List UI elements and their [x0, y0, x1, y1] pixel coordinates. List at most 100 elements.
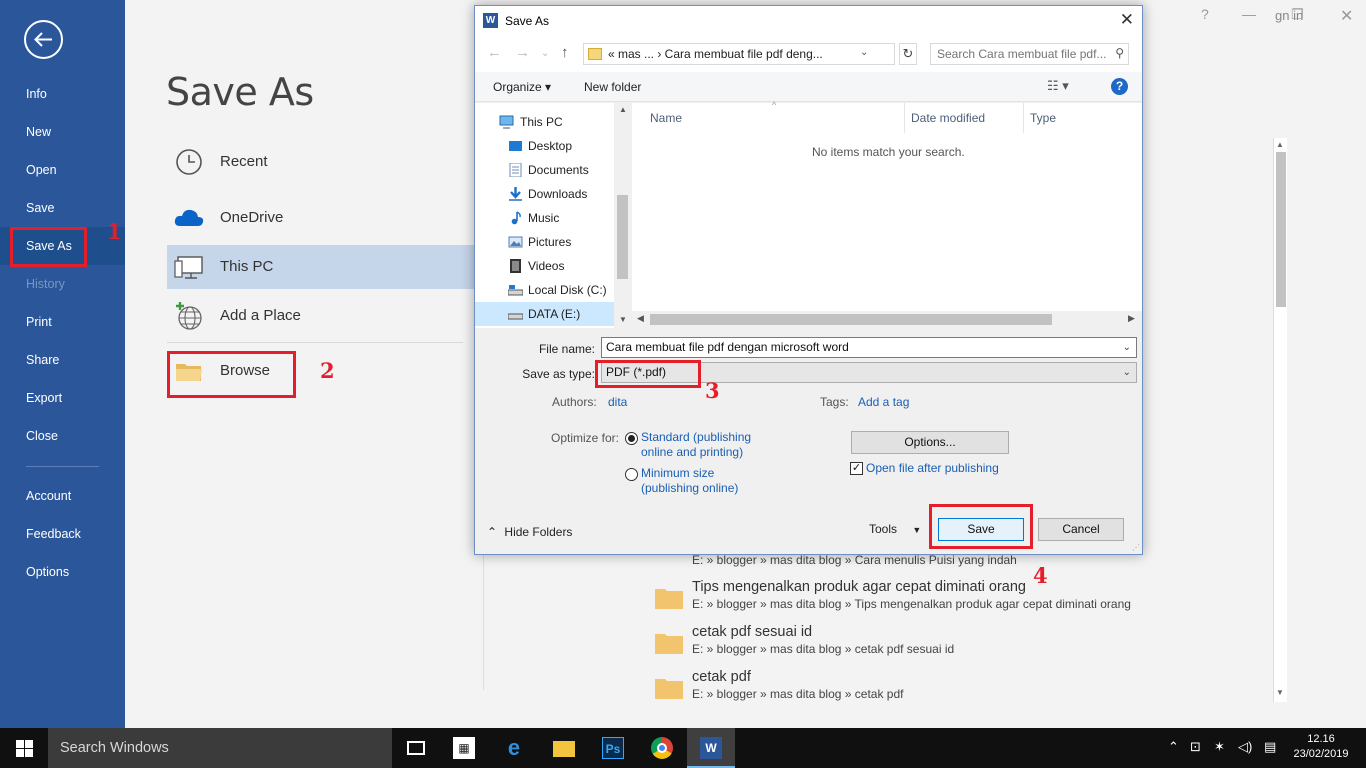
chevron-down-icon[interactable]: ⌄ — [1123, 363, 1131, 382]
pane-divider — [483, 540, 484, 690]
wifi-icon[interactable]: ✶ — [1214, 739, 1225, 755]
location-this-pc[interactable]: This PC — [167, 245, 475, 289]
column-type[interactable]: Type — [1030, 111, 1056, 125]
chevron-down-icon[interactable]: ⌄ — [860, 47, 868, 58]
tree-item-desktop[interactable]: Desktop — [475, 134, 615, 158]
recent-folder-item[interactable]: cetak pdf sesuai id E: » blogger » mas d… — [655, 624, 1275, 664]
nav-feedback[interactable]: Feedback — [0, 515, 125, 553]
word-icon[interactable]: W — [687, 728, 735, 768]
restore-icon[interactable]: ❐ — [1291, 6, 1304, 23]
scroll-left-icon[interactable]: ◀ — [637, 313, 644, 324]
options-button[interactable]: Options... — [851, 431, 1009, 454]
optimize-standard-radio[interactable] — [625, 432, 638, 445]
scroll-down-icon[interactable]: ▼ — [1276, 688, 1284, 697]
tools-menu[interactable]: Tools ▼ — [869, 522, 921, 536]
nav-print[interactable]: Print — [0, 303, 125, 341]
clock-time: 12.16 — [1307, 733, 1335, 745]
optimize-minimum-radio[interactable] — [625, 468, 638, 481]
nav-options[interactable]: Options — [0, 553, 125, 591]
recent-folder-item[interactable]: cetak pdf E: » blogger » mas dita blog »… — [655, 669, 1275, 709]
location-onedrive[interactable]: OneDrive — [167, 196, 475, 240]
location-recent[interactable]: Recent — [167, 140, 475, 184]
search-input[interactable] — [931, 44, 1111, 64]
device-icon[interactable]: ⊡ — [1190, 739, 1201, 755]
location-add-place[interactable]: Add a Place — [167, 294, 475, 338]
backstage-sidebar: Info New Open Save Save As History Print… — [0, 0, 125, 728]
hide-folders-toggle[interactable]: ⌃ Hide Folders — [487, 525, 572, 539]
nav-new[interactable]: New — [0, 113, 125, 151]
organize-button[interactable]: Organize ▾ — [493, 80, 551, 94]
tree-item-videos[interactable]: Videos — [475, 254, 615, 278]
dialog-toolbar: Organize ▾ New folder ☷ ▾ ? — [475, 72, 1142, 102]
nav-info[interactable]: Info — [0, 75, 125, 113]
file-explorer-icon[interactable] — [540, 728, 588, 768]
volume-icon[interactable]: ◁) — [1238, 739, 1252, 755]
chrome-icon[interactable] — [638, 728, 686, 768]
tree-item-label: Local Disk (C:) — [528, 283, 607, 297]
column-name[interactable]: Name — [650, 111, 682, 125]
chevron-up-icon[interactable]: ⌃ — [1168, 739, 1179, 755]
new-folder-button[interactable]: New folder — [584, 80, 641, 94]
tags-value[interactable]: Add a tag — [858, 395, 909, 409]
close-icon[interactable]: ✕ — [1120, 10, 1134, 30]
nav-account[interactable]: Account — [0, 477, 125, 515]
up-arrow-icon[interactable]: ↑ — [561, 44, 569, 61]
scroll-right-icon[interactable]: ▶ — [1128, 313, 1135, 324]
tree-item-label: Documents — [528, 163, 589, 177]
computer-icon — [174, 256, 203, 279]
taskbar-search-box[interactable]: Search Windows — [48, 728, 392, 768]
tree-item-pictures[interactable]: Pictures — [475, 230, 615, 254]
nav-export[interactable]: Export — [0, 379, 125, 417]
address-bar[interactable]: « mas ... › Cara membuat file pdf deng..… — [583, 43, 895, 65]
taskbar-clock[interactable]: 12.16 23/02/2019 — [1290, 732, 1352, 762]
tree-item-downloads[interactable]: Downloads — [475, 182, 615, 206]
resize-grip-icon[interactable]: ⋰ — [1132, 543, 1140, 552]
recent-locations-chevron-icon[interactable]: ⌄ — [541, 48, 549, 59]
optimize-minimum-label[interactable]: Minimum size (publishing online) — [641, 466, 761, 496]
back-arrow-icon[interactable] — [24, 20, 63, 59]
view-options-icon[interactable]: ☷ ▾ — [1047, 78, 1069, 94]
tree-item-local-disk-c[interactable]: Local Disk (C:) — [475, 278, 615, 302]
windows-start-icon[interactable] — [0, 728, 48, 768]
scrollbar-thumb[interactable] — [617, 195, 628, 279]
tree-item-data-e[interactable]: DATA (E:) — [475, 302, 615, 326]
tree-item-music[interactable]: Music — [475, 206, 615, 230]
task-view-icon[interactable] — [392, 728, 440, 768]
help-icon[interactable]: ? — [1111, 78, 1128, 95]
search-box[interactable]: ⚲ — [930, 43, 1129, 65]
minimize-icon[interactable]: — — [1242, 6, 1256, 22]
search-icon: ⚲ — [1115, 46, 1124, 60]
help-icon[interactable]: ? — [1201, 6, 1209, 22]
nav-open[interactable]: Open — [0, 151, 125, 189]
edge-icon[interactable]: e — [490, 728, 538, 768]
recent-scrollbar[interactable]: ▲ ▼ — [1273, 138, 1287, 702]
tree-scrollbar[interactable]: ▲ ▼ — [614, 103, 631, 328]
notification-icon[interactable]: ▤ — [1264, 739, 1276, 755]
forward-arrow-icon[interactable]: → — [515, 44, 530, 61]
store-icon[interactable]: ▦ — [440, 728, 488, 768]
chevron-down-icon[interactable]: ⌄ — [1123, 338, 1131, 357]
optimize-standard-label[interactable]: Standard (publishing online and printing… — [641, 430, 771, 460]
scroll-up-icon[interactable]: ▲ — [619, 105, 627, 114]
scroll-up-icon[interactable]: ▲ — [1276, 140, 1284, 149]
nav-share[interactable]: Share — [0, 341, 125, 379]
scrollbar-thumb[interactable] — [650, 314, 1052, 325]
close-icon[interactable]: ✕ — [1340, 6, 1353, 26]
open-after-publishing-checkbox[interactable]: ✓ — [850, 462, 863, 475]
refresh-icon[interactable]: ↻ — [899, 43, 917, 65]
file-name-field[interactable]: Cara membuat file pdf dengan microsoft w… — [601, 337, 1137, 358]
cancel-button[interactable]: Cancel — [1038, 518, 1124, 541]
open-after-publishing-label[interactable]: Open file after publishing — [866, 461, 999, 475]
scroll-down-icon[interactable]: ▼ — [619, 315, 627, 324]
tree-item-documents[interactable]: Documents — [475, 158, 615, 182]
tree-item-this-pc[interactable]: This PC — [475, 110, 615, 134]
videos-icon — [510, 259, 521, 273]
nav-close[interactable]: Close — [0, 417, 125, 455]
photoshop-icon[interactable]: Ps — [589, 728, 637, 768]
scrollbar-thumb[interactable] — [1276, 152, 1286, 307]
horizontal-scrollbar[interactable]: ◀ ▶ — [632, 311, 1142, 328]
column-date-modified[interactable]: Date modified — [911, 111, 985, 125]
recent-folder-item[interactable]: Tips mengenalkan produk agar cepat dimin… — [655, 579, 1275, 619]
authors-value[interactable]: dita — [608, 395, 627, 409]
back-arrow-icon[interactable]: ← — [487, 44, 502, 61]
